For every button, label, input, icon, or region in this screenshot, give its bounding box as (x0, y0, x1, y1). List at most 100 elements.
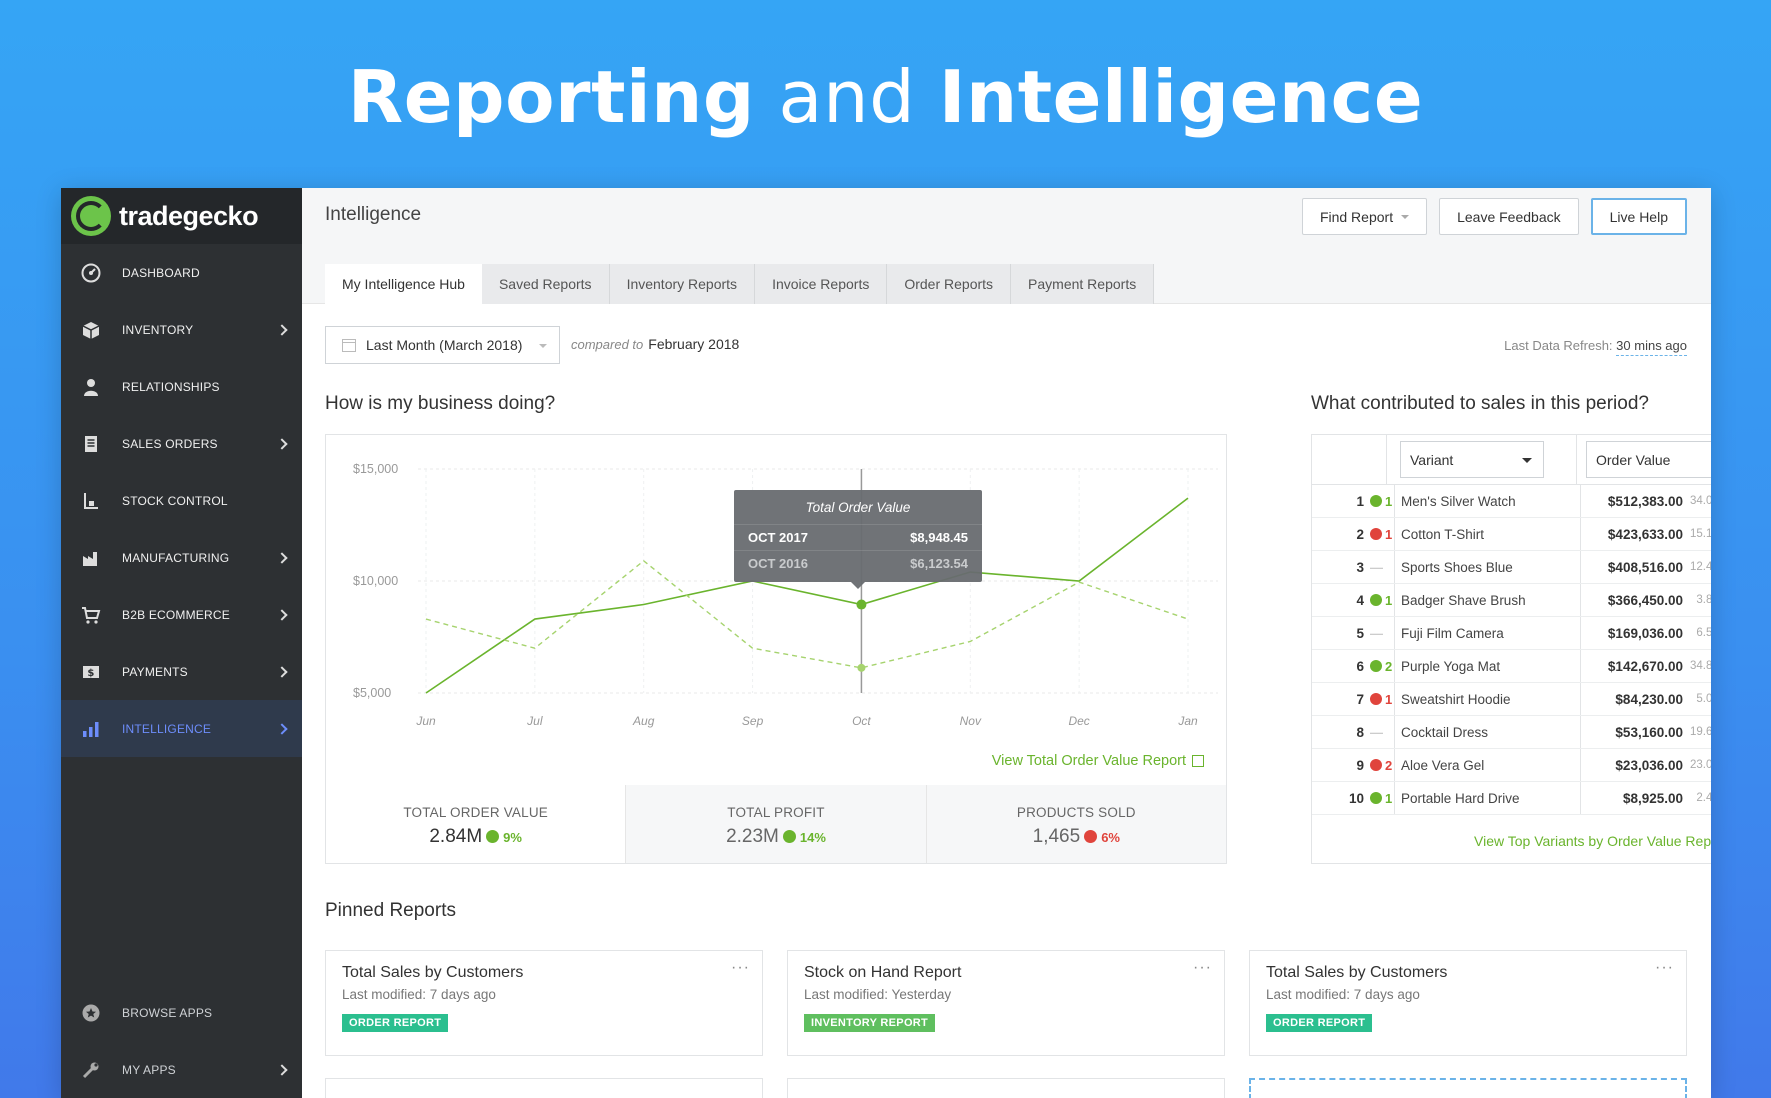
sidebar-nav: DASHBOARD INVENTORY RELATIONSHIPS SALES ORD… (61, 244, 302, 757)
kpi-value: 2.23M (726, 826, 779, 847)
sidebar: tradegecko DASHBOARD INVENTORY RELATIONSHI… (61, 188, 302, 1098)
filter-row: Last Month (March 2018) compared to Febru… (325, 326, 1687, 364)
rank-number: 3 (1356, 559, 1364, 575)
table-row[interactable]: 10 1Portable Hard Drive$8,925.00 2.44% (1312, 782, 1711, 815)
sidebar-item-stock-control[interactable]: STOCK CONTROL (61, 472, 302, 529)
pinned-report-title: Total Sales by Customers (342, 964, 524, 981)
variant-name[interactable]: Cotton T-Shirt (1394, 518, 1580, 550)
caret-down-icon (1522, 458, 1532, 463)
order-value-chart[interactable]: $15,000 $10,000 $5,000 Jun Jul Aug Sep Oct Nov De… (326, 435, 1228, 735)
rank-number: 4 (1356, 592, 1364, 608)
table-row[interactable]: 6 2Purple Yoga Mat$142,670.00 34.84% (1312, 650, 1711, 683)
sidebar-item-manufacturing[interactable]: MANUFACTURING (61, 529, 302, 586)
more-options-icon[interactable]: ··· (1193, 959, 1212, 977)
variant-name[interactable]: Fuji Film Camera (1394, 617, 1580, 649)
kpi-change-value: 14% (799, 830, 826, 845)
sidebar-item-browse-apps[interactable]: BROWSE APPS (61, 984, 302, 1041)
pinned-card-partial[interactable] (787, 1078, 1225, 1098)
leave-feedback-button[interactable]: Leave Feedback (1439, 198, 1579, 235)
tab-payment-reports[interactable]: Payment Reports (1011, 264, 1155, 304)
variant-name[interactable]: Aloe Vera Gel (1394, 749, 1580, 781)
chart-tooltip: Total Order Value OCT 2017 $8,948.45 OCT… (734, 490, 982, 589)
period-picker[interactable]: Last Month (March 2018) (325, 326, 560, 364)
chevron-right-icon (276, 323, 288, 336)
tab-invoice-reports[interactable]: Invoice Reports (755, 264, 888, 304)
table-row[interactable]: 7 1Sweatshirt Hoodie$84,230.00 5.01% (1312, 683, 1711, 716)
pinned-report-card[interactable]: Total Sales by Customers Last modified: 7… (1249, 950, 1687, 1056)
view-top-variants-link[interactable]: View Top Variants by Order Value Report … (1474, 833, 1711, 849)
variant-name[interactable]: Men's Silver Watch (1394, 485, 1580, 517)
x-tick-label: Jun (415, 714, 436, 728)
pinned-report-card[interactable]: Total Sales by Customers Last modified: 7… (325, 950, 763, 1056)
variant-name[interactable]: Badger Shave Brush (1394, 584, 1580, 616)
arrow-up-icon (1370, 792, 1382, 804)
sidebar-item-label: MANUFACTURING (122, 550, 230, 565)
sidebar-item-my-apps[interactable]: MY APPS (61, 1041, 302, 1098)
sidebar-item-relationships[interactable]: RELATIONSHIPS (61, 358, 302, 415)
share-percent: 12.40% (1689, 561, 1711, 573)
kpi-label: TOTAL PROFIT (727, 805, 825, 820)
find-report-button[interactable]: Find Report (1301, 198, 1428, 235)
tooltip-row-label: OCT 2016 (748, 556, 808, 571)
refresh-value[interactable]: 30 mins ago (1616, 338, 1687, 356)
variant-name[interactable]: Sweatshirt Hoodie (1394, 683, 1580, 715)
kpi-change-value: 9% (503, 830, 522, 845)
rank-movement: — (1364, 560, 1394, 575)
tooltip-row-value: $8,948.45 (910, 530, 968, 545)
variant-name[interactable]: Sports Shoes Blue (1394, 551, 1580, 583)
order-value: $8,925.00 (1580, 782, 1683, 814)
main-content: Intelligence Find Report Leave Feedback … (302, 188, 1711, 1098)
sidebar-item-inventory[interactable]: INVENTORY (61, 301, 302, 358)
sidebar-item-label: B2B ECOMMERCE (122, 607, 230, 622)
share-percent: 5.01% (1696, 693, 1711, 705)
pinned-report-title: Total Sales by Customers (1266, 964, 1448, 981)
add-pinned-report-slot[interactable] (1249, 1078, 1687, 1098)
tab-my-intelligence-hub[interactable]: My Intelligence Hub (325, 264, 482, 304)
table-row[interactable]: 9 2Aloe Vera Gel$23,036.00 23.00% (1312, 749, 1711, 782)
more-options-icon[interactable]: ··· (1655, 959, 1674, 977)
compare-value[interactable]: February 2018 (648, 336, 739, 352)
rank-movement-value: 1 (1385, 493, 1393, 509)
kpi-change: 14% (782, 830, 826, 845)
arrow-down-icon (1084, 830, 1098, 843)
sidebar-item-payments[interactable]: $ PAYMENTS (61, 643, 302, 700)
view-order-value-report-link[interactable]: View Total Order Value Report (992, 753, 1204, 769)
table-row[interactable]: 8 — Cocktail Dress$53,160.00 19.66% (1312, 716, 1711, 749)
sidebar-item-dashboard[interactable]: DASHBOARD (61, 244, 302, 301)
rank-movement-value: 2 (1385, 658, 1393, 674)
live-help-button[interactable]: Live Help (1590, 198, 1687, 235)
chevron-right-icon (276, 608, 288, 621)
sidebar-item-sales-orders[interactable]: SALES ORDERS (61, 415, 302, 472)
x-tick-label: Jan (1177, 714, 1198, 728)
table-row[interactable]: 3 — Sports Shoes Blue$408,516.00 12.40% (1312, 551, 1711, 584)
pinned-card-partial[interactable] (325, 1078, 763, 1098)
sidebar-item-label: INTELLIGENCE (122, 721, 212, 736)
variant-select[interactable]: Variant (1400, 441, 1544, 478)
variant-name[interactable]: Portable Hard Drive (1394, 782, 1580, 814)
table-row[interactable]: 2 1Cotton T-Shirt$423,633.00 15.12% (1312, 518, 1711, 551)
tooltip-row: OCT 2016 $6,123.54 (734, 550, 982, 576)
table-row[interactable]: 11Men's Silver Watch$512,383.0034.00% (1312, 485, 1711, 518)
tab-saved-reports[interactable]: Saved Reports (481, 264, 610, 304)
banner-word-2: and (778, 55, 916, 139)
variant-name[interactable]: Purple Yoga Mat (1394, 650, 1580, 682)
pinned-report-card[interactable]: Stock on Hand Report Last modified: Yeste… (787, 950, 1225, 1056)
arrow-up-icon (1370, 495, 1382, 507)
rank-number: 5 (1356, 625, 1364, 641)
pinned-report-modified: Last modified: 7 days ago (1266, 987, 1420, 1002)
tab-order-reports[interactable]: Order Reports (887, 264, 1012, 304)
sidebar-item-intelligence[interactable]: INTELLIGENCE (61, 700, 302, 757)
variant-name[interactable]: Cocktail Dress (1394, 716, 1580, 748)
tooltip-row: OCT 2017 $8,948.45 (734, 524, 982, 550)
banner-word-3: Intelligence (938, 55, 1424, 139)
sidebar-item-b2b-ecommerce[interactable]: B2B ECOMMERCE (61, 586, 302, 643)
wrench-icon (79, 1058, 103, 1082)
brand-logo[interactable]: tradegecko (61, 188, 302, 244)
metric-select[interactable]: Order Value (1586, 441, 1711, 478)
tab-inventory-reports[interactable]: Inventory Reports (609, 264, 756, 304)
table-row[interactable]: 4 1Badger Shave Brush$366,450.00 3.88% (1312, 584, 1711, 617)
table-row[interactable]: 5 — Fuji Film Camera$169,036.00 6.56% (1312, 617, 1711, 650)
more-options-icon[interactable]: ··· (731, 959, 750, 977)
data-refresh: Last Data Refresh: 30 mins ago (1504, 338, 1687, 356)
kpi-products-sold: PRODUCTS SOLD 1,465 6% (925, 785, 1226, 863)
